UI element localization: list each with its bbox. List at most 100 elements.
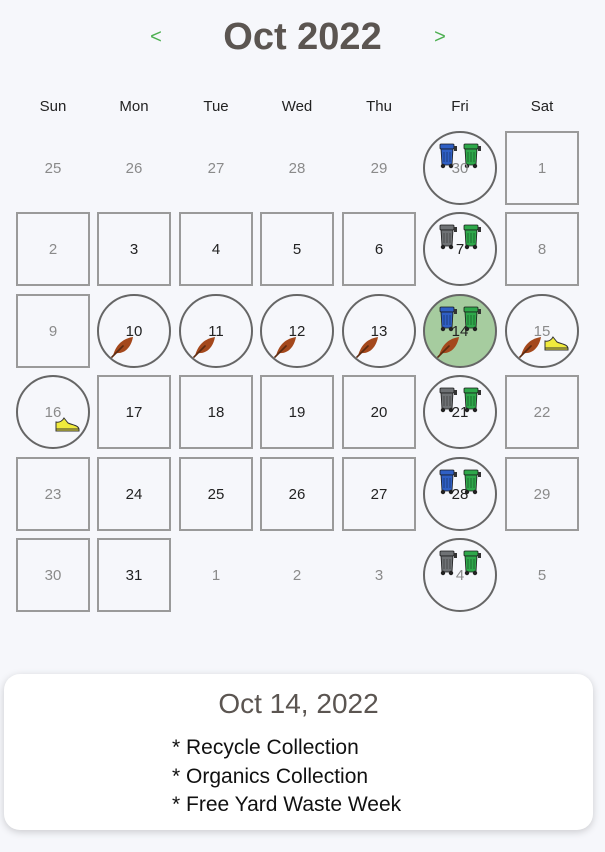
day-detail-card: Oct 14, 2022 * Recycle Collection * Organ… (4, 674, 593, 830)
calendar-day[interactable]: 27 (342, 457, 416, 531)
calendar-day[interactable]: 5 (505, 538, 579, 612)
calendar-day[interactable]: 3 (97, 212, 171, 286)
day-number: 22 (533, 403, 551, 421)
calendar-day[interactable]: 31 (97, 538, 171, 612)
calendar-day[interactable]: 27 (179, 131, 253, 205)
day-number: 28 (288, 159, 306, 177)
calendar-day[interactable]: 26 (260, 457, 334, 531)
calendar-day[interactable]: 12 (260, 294, 334, 368)
day-number: 6 (374, 240, 384, 258)
day-number: 4 (455, 566, 465, 584)
day-number: 3 (129, 240, 139, 258)
day-number: 17 (125, 403, 143, 421)
day-number: 16 (44, 403, 62, 421)
day-number: 1 (211, 566, 221, 584)
calendar-day[interactable]: 10 (97, 294, 171, 368)
calendar-day[interactable]: 29 (342, 131, 416, 205)
calendar-day[interactable]: 2 (16, 212, 90, 286)
calendar-day[interactable]: 24 (97, 457, 171, 531)
calendar-day[interactable]: 3 (342, 538, 416, 612)
calendar-day[interactable]: 2 (260, 538, 334, 612)
day-number: 4 (211, 240, 221, 258)
calendar-day[interactable]: 30 (423, 131, 497, 205)
calendar-day-selected[interactable]: 14 (423, 294, 497, 368)
weekday-label: Fri (451, 98, 469, 115)
calendar-day[interactable]: 21 (423, 375, 497, 449)
day-number: 26 (125, 159, 143, 177)
day-number: 29 (533, 485, 551, 503)
detail-date: Oct 14, 2022 (218, 688, 379, 719)
calendar-day[interactable]: 4 (179, 212, 253, 286)
calendar-day[interactable]: 26 (97, 131, 171, 205)
day-number: 21 (451, 403, 469, 421)
day-number: 30 (44, 566, 62, 584)
day-number: 10 (125, 322, 143, 340)
day-number: 9 (48, 322, 58, 340)
calendar-day[interactable]: 25 (179, 457, 253, 531)
calendar-day[interactable]: 17 (97, 375, 171, 449)
day-number: 31 (125, 566, 143, 584)
calendar-day[interactable]: 28 (260, 131, 334, 205)
detail-event-list: * Recycle Collection * Organics Collectio… (172, 734, 401, 820)
day-number: 12 (288, 322, 306, 340)
calendar-day[interactable]: 25 (16, 131, 90, 205)
calendar-day[interactable]: 1 (179, 538, 253, 612)
day-number: 20 (370, 403, 388, 421)
calendar-day[interactable]: 20 (342, 375, 416, 449)
day-number: 25 (207, 485, 225, 503)
day-number: 30 (451, 159, 469, 177)
next-month-button[interactable]: > (420, 20, 460, 54)
day-number: 11 (208, 322, 224, 340)
day-number: 13 (370, 322, 388, 340)
day-number: 23 (44, 485, 62, 503)
calendar-day[interactable]: 29 (505, 457, 579, 531)
weekday-label: Thu (366, 98, 392, 115)
day-number: 29 (370, 159, 388, 177)
calendar-day[interactable]: 6 (342, 212, 416, 286)
day-number: 2 (48, 240, 58, 258)
calendar-day[interactable]: 30 (16, 538, 90, 612)
day-number: 27 (370, 485, 388, 503)
weekday-label: Tue (203, 98, 229, 115)
calendar-day[interactable]: 19 (260, 375, 334, 449)
calendar-header: < Oct 2022 > (0, 14, 605, 62)
calendar-day[interactable]: 22 (505, 375, 579, 449)
day-number: 28 (451, 485, 469, 503)
day-number: 19 (288, 403, 306, 421)
day-number: 7 (455, 240, 465, 258)
weekday-label: Wed (281, 98, 313, 115)
calendar-day[interactable]: 16 (16, 375, 90, 449)
organics-bin-icon (463, 550, 483, 581)
detail-event-item: * Organics Collection (172, 764, 369, 788)
calendar-day[interactable]: 15 (505, 294, 579, 368)
day-number: 3 (374, 566, 384, 584)
day-number: 14 (451, 322, 469, 340)
day-number: 8 (537, 240, 547, 258)
calendar-day[interactable]: 13 (342, 294, 416, 368)
calendar-day[interactable]: 5 (260, 212, 334, 286)
day-number: 25 (44, 159, 62, 177)
day-number: 5 (537, 566, 547, 584)
weekday-label: Sun (39, 98, 67, 115)
day-number: 5 (292, 240, 302, 258)
organics-bin-icon (463, 224, 483, 255)
calendar-day[interactable]: 9 (16, 294, 90, 368)
day-number: 27 (207, 159, 225, 177)
calendar-day[interactable]: 28 (423, 457, 497, 531)
month-title: Oct 2022 (223, 16, 382, 58)
detail-event-item: * Recycle Collection (172, 736, 359, 759)
weekday-label: Mon (119, 98, 149, 115)
day-number: 1 (537, 159, 547, 177)
day-number: 18 (207, 403, 225, 421)
day-number: 26 (288, 485, 306, 503)
calendar-day[interactable]: 18 (179, 375, 253, 449)
calendar-day[interactable]: 7 (423, 212, 497, 286)
calendar-day[interactable]: 8 (505, 212, 579, 286)
calendar-day[interactable]: 4 (423, 538, 497, 612)
calendar-day[interactable]: 1 (505, 131, 579, 205)
day-number: 24 (125, 485, 143, 503)
calendar-day[interactable]: 23 (16, 457, 90, 531)
calendar-day[interactable]: 11 (179, 294, 253, 368)
weekday-label: Sat (530, 98, 554, 115)
detail-event-item: * Free Yard Waste Week (172, 793, 402, 816)
